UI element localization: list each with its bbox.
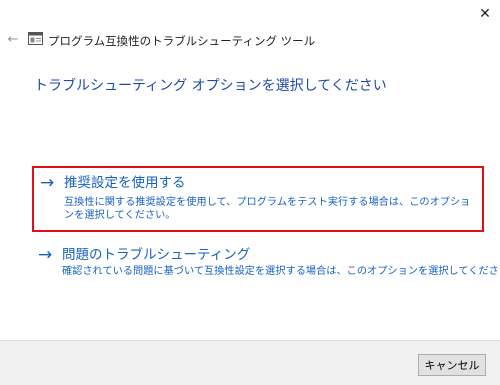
option-title: 問題のトラブルシューティング (62, 247, 251, 263)
page-heading: トラブルシューティング オプションを選択してください (34, 78, 387, 94)
option-use-recommended-settings[interactable]: → 推奨設定を使用する 互換性に関する推奨設定を使用して、プログラムをテスト実行… (32, 166, 484, 232)
option-title: 推奨設定を使用する (64, 175, 186, 191)
close-icon: ✕ (479, 6, 491, 22)
troubleshooter-window: ✕ ← プログラム互換性のトラブルシューティング ツール トラブルシューティング… (0, 0, 500, 385)
window-title: プログラム互換性のトラブルシューティング ツール (48, 34, 316, 48)
option-description: 確認されている問題に基づいて互換性設定を選択する場合は、このオプションを選択して… (62, 266, 500, 277)
option-description: 互換性に関する推奨設定を使用して、プログラムをテスト実行する場合は、このオプショ… (64, 197, 471, 221)
footer-bar: キャンセル (0, 340, 500, 385)
right-arrow-icon: → (40, 173, 55, 193)
back-button[interactable]: ← (4, 30, 22, 48)
back-arrow-icon: ← (7, 31, 19, 47)
right-arrow-icon: → (38, 245, 53, 265)
option-troubleshoot-problems[interactable]: → 問題のトラブルシューティング 確認されている問題に基づいて互換性設定を選択す… (32, 243, 500, 283)
close-button[interactable]: ✕ (470, 0, 500, 28)
program-window-icon (28, 32, 43, 45)
cancel-button[interactable]: キャンセル (418, 354, 486, 376)
